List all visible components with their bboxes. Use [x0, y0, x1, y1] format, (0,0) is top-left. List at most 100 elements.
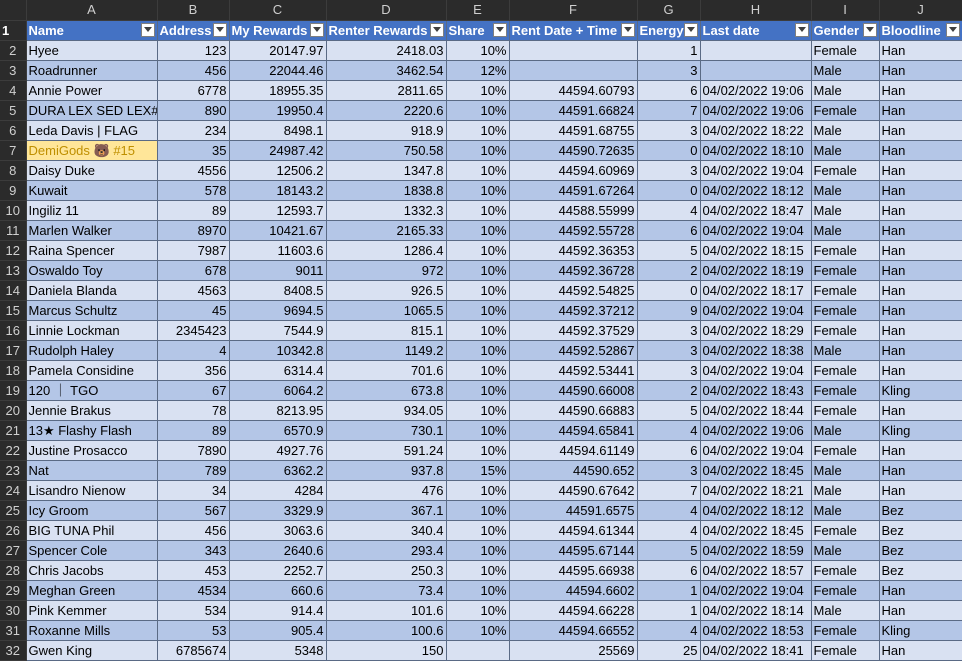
table-cell[interactable]: 10% — [446, 160, 510, 181]
table-cell[interactable]: 10% — [446, 180, 510, 201]
table-cell[interactable]: Marcus Schultz — [26, 300, 158, 321]
table-cell[interactable]: Spencer Cole — [26, 540, 158, 561]
table-cell[interactable]: 89 — [157, 420, 230, 441]
row-number[interactable]: 19 — [0, 380, 27, 401]
table-cell[interactable]: 3 — [637, 340, 701, 361]
table-cell[interactable]: 04/02/2022 18:14 — [700, 600, 812, 621]
table-cell[interactable]: 0 — [637, 280, 701, 301]
table-cell[interactable]: 1347.8 — [326, 160, 447, 181]
table-cell[interactable]: 10% — [446, 560, 510, 581]
table-cell[interactable]: 4927.76 — [229, 440, 327, 461]
table-cell[interactable]: 10% — [446, 520, 510, 541]
filter-dropdown-icon[interactable] — [794, 22, 809, 37]
table-cell[interactable] — [509, 60, 638, 81]
table-cell[interactable]: 6 — [637, 80, 701, 101]
table-cell[interactable]: 10% — [446, 340, 510, 361]
table-cell[interactable]: 04/02/2022 18:15 — [700, 240, 812, 261]
row-number[interactable]: 7 — [0, 140, 27, 161]
table-cell[interactable]: 340.4 — [326, 520, 447, 541]
table-cell[interactable]: 7 — [637, 480, 701, 501]
table-cell[interactable]: 6064.2 — [229, 380, 327, 401]
table-cell[interactable]: 13★ Flashy Flash — [26, 420, 158, 441]
table-cell[interactable]: 6570.9 — [229, 420, 327, 441]
table-cell[interactable]: 10% — [446, 500, 510, 521]
table-cell[interactable]: 3 — [637, 320, 701, 341]
table-cell[interactable]: Han — [879, 640, 962, 661]
table-cell[interactable]: 3063.6 — [229, 520, 327, 541]
table-cell[interactable]: 35 — [157, 140, 230, 161]
table-cell[interactable]: 18143.2 — [229, 180, 327, 201]
table-cell[interactable]: 45 — [157, 300, 230, 321]
table-cell[interactable]: 10% — [446, 240, 510, 261]
table-cell[interactable]: Ingiliz 11 — [26, 200, 158, 221]
table-cell[interactable]: Jennie Brakus — [26, 400, 158, 421]
table-cell[interactable]: Chris Jacobs — [26, 560, 158, 581]
table-cell[interactable]: 04/02/2022 19:06 — [700, 80, 812, 101]
table-cell[interactable]: Female — [811, 640, 880, 661]
table-cell[interactable]: Han — [879, 340, 962, 361]
row-number[interactable]: 9 — [0, 180, 27, 201]
row-number[interactable]: 10 — [0, 200, 27, 221]
table-cell[interactable]: Female — [811, 160, 880, 181]
table-cell[interactable]: Oswaldo Toy — [26, 260, 158, 281]
table-cell[interactable]: 10% — [446, 300, 510, 321]
table-cell[interactable]: 937.8 — [326, 460, 447, 481]
row-number[interactable]: 16 — [0, 320, 27, 341]
table-cell[interactable]: 150 — [326, 640, 447, 661]
table-cell[interactable]: 04/02/2022 19:06 — [700, 100, 812, 121]
table-cell[interactable]: 100.6 — [326, 620, 447, 641]
table-cell[interactable]: 8408.5 — [229, 280, 327, 301]
table-cell[interactable]: 44590.67642 — [509, 480, 638, 501]
table-cell[interactable]: 04/02/2022 18:38 — [700, 340, 812, 361]
table-cell[interactable]: 10% — [446, 40, 510, 61]
table-cell[interactable]: Lisandro Nienow — [26, 480, 158, 501]
row-number[interactable]: 30 — [0, 600, 27, 621]
table-cell[interactable]: 2 — [637, 260, 701, 281]
table-cell[interactable]: 04/02/2022 18:47 — [700, 200, 812, 221]
table-cell[interactable]: 44594.66552 — [509, 620, 638, 641]
header-cell[interactable]: Rent Date + Time — [509, 20, 638, 41]
table-cell[interactable]: 44592.36728 — [509, 260, 638, 281]
table-cell[interactable]: Kling — [879, 380, 962, 401]
table-cell[interactable]: Kling — [879, 620, 962, 641]
row-number[interactable]: 27 — [0, 540, 27, 561]
row-number[interactable]: 11 — [0, 220, 27, 241]
table-cell[interactable]: 44592.37212 — [509, 300, 638, 321]
table-cell[interactable]: Nat — [26, 460, 158, 481]
table-cell[interactable]: 356 — [157, 360, 230, 381]
table-cell[interactable]: Female — [811, 520, 880, 541]
table-cell[interactable]: 4284 — [229, 480, 327, 501]
table-cell[interactable]: Annie Power — [26, 80, 158, 101]
column-header-c[interactable]: C — [229, 0, 327, 21]
table-cell[interactable]: Male — [811, 200, 880, 221]
table-cell[interactable]: Han — [879, 80, 962, 101]
table-cell[interactable]: 5348 — [229, 640, 327, 661]
table-cell[interactable]: Female — [811, 580, 880, 601]
table-cell[interactable]: Han — [879, 260, 962, 281]
table-cell[interactable]: 10% — [446, 580, 510, 601]
table-cell[interactable]: 4 — [637, 620, 701, 641]
table-cell[interactable]: Han — [879, 160, 962, 181]
table-cell[interactable]: 234 — [157, 120, 230, 141]
table-cell[interactable]: Female — [811, 40, 880, 61]
table-cell[interactable]: Kling — [879, 420, 962, 441]
table-cell[interactable]: Male — [811, 140, 880, 161]
table-cell[interactable]: 20147.97 — [229, 40, 327, 61]
header-cell[interactable]: Energy — [637, 20, 701, 41]
table-cell[interactable]: 10% — [446, 220, 510, 241]
table-cell[interactable]: 04/02/2022 19:04 — [700, 160, 812, 181]
table-cell[interactable]: 7 — [637, 100, 701, 121]
table-cell[interactable]: 10% — [446, 200, 510, 221]
table-cell[interactable]: 1149.2 — [326, 340, 447, 361]
table-cell[interactable]: 567 — [157, 500, 230, 521]
table-cell[interactable]: Bez — [879, 500, 962, 521]
table-cell[interactable]: Female — [811, 280, 880, 301]
filter-dropdown-icon[interactable] — [492, 22, 507, 37]
table-cell[interactable]: 10% — [446, 320, 510, 341]
table-cell[interactable]: Han — [879, 140, 962, 161]
table-cell[interactable]: 10% — [446, 480, 510, 501]
table-cell[interactable]: 1 — [637, 580, 701, 601]
table-cell[interactable]: 73.4 — [326, 580, 447, 601]
table-cell[interactable]: 8970 — [157, 220, 230, 241]
table-cell[interactable]: 44594.61344 — [509, 520, 638, 541]
